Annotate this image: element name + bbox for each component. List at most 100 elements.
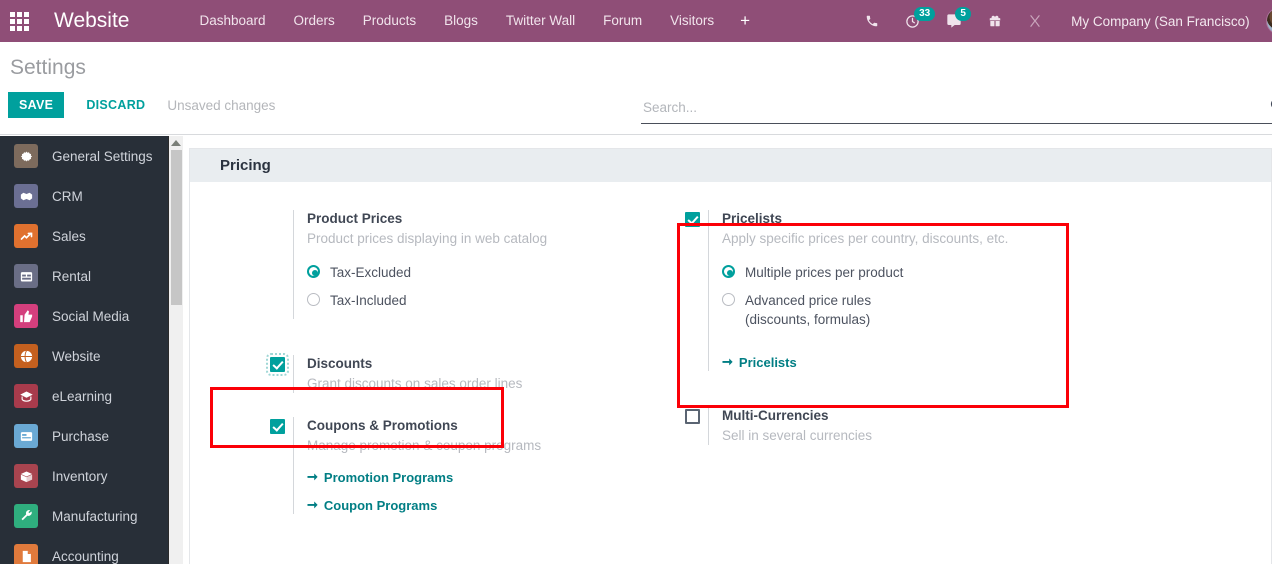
gift-icon[interactable] bbox=[975, 0, 1015, 42]
link-pricelists[interactable]: ➞ Pricelists bbox=[722, 354, 797, 370]
menu-item-dashboard[interactable]: Dashboard bbox=[185, 0, 279, 42]
sidebar-item-label: CRM bbox=[52, 188, 83, 204]
radio-option-tax-excluded[interactable]: Tax-Excluded bbox=[307, 263, 681, 282]
multi-currencies-checkbox[interactable] bbox=[684, 409, 700, 424]
sidebar-item-label: General Settings bbox=[52, 148, 153, 164]
top-navigation-bar: Website Dashboard Orders Products Blogs … bbox=[0, 0, 1272, 42]
sidebar-item-website[interactable]: Website bbox=[0, 336, 168, 376]
scrollbar-thumb[interactable] bbox=[171, 150, 182, 305]
sidebar-item-sales[interactable]: Sales bbox=[0, 216, 168, 256]
radio-label-wrap: Advanced price rules (discounts, formula… bbox=[745, 291, 871, 329]
radio-option-tax-included[interactable]: Tax-Included bbox=[307, 291, 681, 310]
phone-icon[interactable] bbox=[852, 0, 892, 42]
action-buttons: SAVE DISCARD Unsaved changes bbox=[8, 92, 275, 118]
menu-item-products[interactable]: Products bbox=[349, 0, 430, 42]
sidebar-item-accounting[interactable]: Accounting bbox=[0, 536, 168, 564]
discard-button[interactable]: DISCARD bbox=[72, 92, 159, 118]
add-menu-button[interactable]: + bbox=[728, 0, 762, 42]
menu-item-forum[interactable]: Forum bbox=[589, 0, 656, 42]
gear-icon bbox=[14, 144, 38, 168]
link-promotion-programs[interactable]: ➞ Promotion Programs bbox=[307, 469, 453, 485]
setting-product-prices: Product Prices Product prices displaying… bbox=[261, 210, 681, 319]
menu-item-visitors[interactable]: Visitors bbox=[656, 0, 728, 42]
document-icon bbox=[14, 544, 38, 564]
save-button[interactable]: SAVE bbox=[8, 92, 65, 118]
sidebar-item-elearning[interactable]: eLearning bbox=[0, 376, 168, 416]
link-label: Pricelists bbox=[738, 354, 797, 370]
link-label: Coupon Programs bbox=[323, 497, 438, 513]
radio-button-icon[interactable] bbox=[307, 293, 320, 306]
settings-content: Pricing Product Prices Product prices di… bbox=[183, 136, 1272, 564]
company-selector[interactable]: My Company (San Francisco) bbox=[1055, 14, 1262, 29]
setting-content: Pricelists Apply specific prices per cou… bbox=[708, 210, 1096, 371]
menu-item-twitter-wall[interactable]: Twitter Wall bbox=[492, 0, 589, 42]
scroll-up-arrow-icon[interactable] bbox=[171, 140, 181, 146]
setting-content: Discounts Grant discounts on sales order… bbox=[293, 355, 681, 393]
radio-button-icon[interactable] bbox=[722, 265, 735, 278]
wrench-icon bbox=[14, 504, 38, 528]
setting-description: Grant discounts on sales order lines bbox=[307, 376, 523, 391]
handshake-icon bbox=[14, 184, 38, 208]
setting-content: Multi-Currencies Sell in several currenc… bbox=[708, 407, 1096, 445]
menu-item-orders[interactable]: Orders bbox=[280, 0, 349, 42]
pricing-settings-body: Product Prices Product prices displaying… bbox=[190, 182, 1271, 514]
radio-button-icon[interactable] bbox=[307, 265, 320, 278]
sidebar-item-label: Rental bbox=[52, 268, 92, 284]
box-icon bbox=[14, 464, 38, 488]
setting-title: Pricelists bbox=[722, 211, 783, 226]
setting-description: Apply specific prices per country, disco… bbox=[722, 231, 1009, 246]
menu-item-blogs[interactable]: Blogs bbox=[430, 0, 492, 42]
setting-description: Sell in several currencies bbox=[722, 428, 873, 443]
radio-option-advanced-price-rules[interactable]: Advanced price rules (discounts, formula… bbox=[722, 291, 1096, 329]
radio-button-icon[interactable] bbox=[722, 293, 735, 306]
unsaved-changes-status: Unsaved changes bbox=[167, 97, 276, 113]
setting-title: Product Prices bbox=[307, 211, 403, 226]
sidebar-item-label: Sales bbox=[52, 228, 86, 244]
user-menu[interactable]: Mitchell Admin bbox=[1262, 7, 1272, 35]
sidebar-item-rental[interactable]: Rental bbox=[0, 256, 168, 296]
checkbox-cell bbox=[261, 353, 293, 376]
coupons-promotions-checkbox[interactable] bbox=[269, 419, 285, 434]
control-panel: Settings SAVE DISCARD Unsaved changes bbox=[0, 42, 1272, 135]
sidebar-item-label: Social Media bbox=[52, 308, 130, 324]
sidebar-item-manufacturing[interactable]: Manufacturing bbox=[0, 496, 168, 536]
user-avatar bbox=[1265, 7, 1272, 35]
apps-grid-icon[interactable] bbox=[0, 0, 38, 42]
link-label: Promotion Programs bbox=[323, 469, 454, 485]
setting-discounts: Discounts Grant discounts on sales order… bbox=[261, 353, 681, 393]
checkbox-cell bbox=[676, 210, 708, 227]
activity-clock-icon[interactable]: 33 bbox=[892, 0, 936, 42]
setting-title: Coupons & Promotions bbox=[307, 418, 458, 433]
page-body: General Settings CRM Sales Rental Social… bbox=[0, 136, 1272, 564]
arrow-right-icon: ➞ bbox=[722, 354, 733, 369]
radio-label-secondary: (discounts, formulas) bbox=[745, 312, 871, 327]
page-title: Settings bbox=[10, 56, 86, 79]
sidebar-item-purchase[interactable]: Purchase bbox=[0, 416, 168, 456]
sidebar-item-social-media[interactable]: Social Media bbox=[0, 296, 168, 336]
settings-column-left: Product Prices Product prices displaying… bbox=[261, 210, 681, 536]
setting-title: Multi-Currencies bbox=[722, 408, 829, 423]
sidebar-item-label: Accounting bbox=[52, 548, 119, 564]
receipt-icon bbox=[14, 424, 38, 448]
search-bar[interactable] bbox=[641, 96, 1272, 124]
chart-up-icon bbox=[14, 224, 38, 248]
link-coupon-programs[interactable]: ➞ Coupon Programs bbox=[307, 497, 437, 513]
sidebar-item-label: Purchase bbox=[52, 428, 110, 444]
search-input[interactable] bbox=[641, 100, 1269, 119]
sidebar-item-general-settings[interactable]: General Settings bbox=[0, 136, 168, 176]
brand-title[interactable]: Website bbox=[38, 9, 133, 33]
section-title-pricing: Pricing bbox=[190, 149, 1271, 182]
activity-count-badge: 33 bbox=[914, 7, 936, 21]
setting-content: Product Prices Product prices displaying… bbox=[293, 210, 681, 319]
messages-chat-icon[interactable]: 5 bbox=[933, 0, 975, 42]
radio-label: Tax-Excluded bbox=[330, 265, 412, 280]
sidebar-item-crm[interactable]: CRM bbox=[0, 176, 168, 216]
discounts-checkbox[interactable] bbox=[265, 353, 289, 376]
radio-option-multiple-prices[interactable]: Multiple prices per product bbox=[722, 263, 1096, 282]
tools-wrench-icon[interactable] bbox=[1015, 0, 1055, 42]
sidebar-item-label: Inventory bbox=[52, 468, 108, 484]
calendar-icon bbox=[14, 264, 38, 288]
sidebar-item-inventory[interactable]: Inventory bbox=[0, 456, 168, 496]
sidebar-scrollbar[interactable] bbox=[168, 136, 183, 564]
pricelists-checkbox[interactable] bbox=[684, 212, 700, 227]
